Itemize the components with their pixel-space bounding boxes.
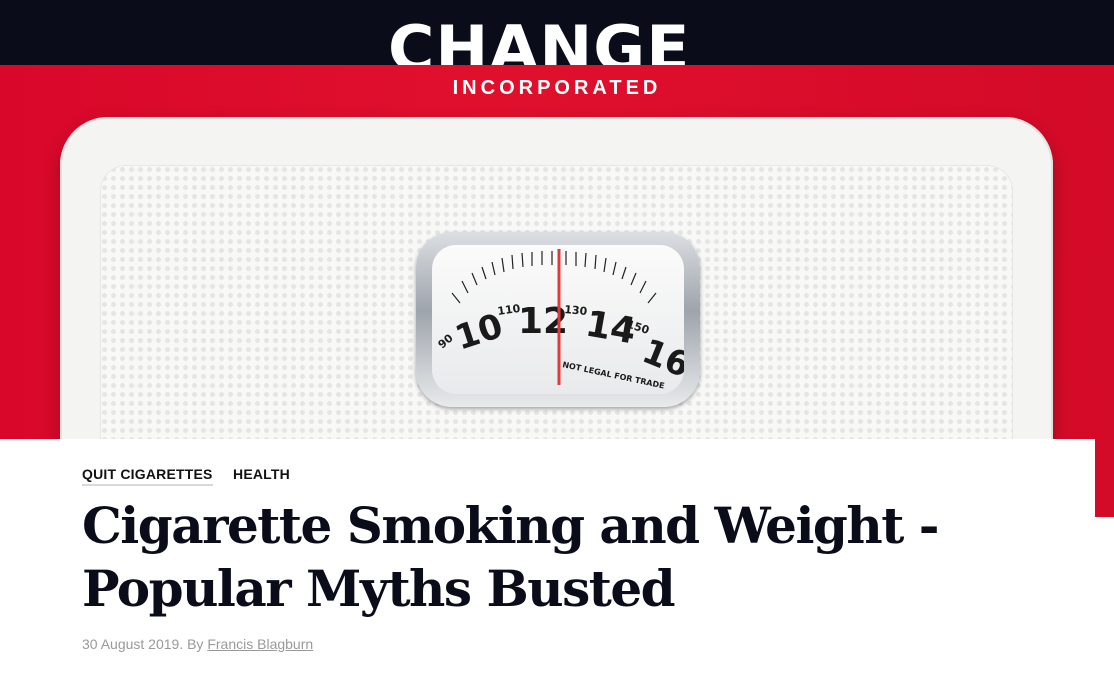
- article-title: Cigarette Smoking and Weight - Popular M…: [82, 494, 982, 620]
- tag-quit-cigarettes[interactable]: QUIT CIGARETTES: [82, 466, 213, 486]
- scale-dial: 10 12 14 16 90 110 130 150 NOT LEGAL FOR…: [416, 232, 700, 407]
- title-line-2: Popular Myths Busted: [82, 559, 676, 618]
- tag-list: QUIT CIGARETTES HEALTH: [82, 466, 306, 486]
- dial-markings: 10 12 14 16 90 110 130 150 NOT LEGAL FOR…: [436, 249, 684, 391]
- dial-face: 10 12 14 16 90 110 130 150 NOT LEGAL FOR…: [432, 245, 684, 394]
- dial-number-12: 12: [518, 301, 568, 342]
- logo-wordmark: CHANGE: [388, 18, 691, 65]
- author-link[interactable]: Francis Blagburn: [207, 636, 313, 652]
- article-meta: 30 August 2019. By Francis Blagburn: [82, 636, 313, 652]
- logo-subtitle: INCORPORATED: [452, 77, 662, 99]
- site-header: CHANGE: [0, 0, 1114, 65]
- tag-health[interactable]: HEALTH: [233, 466, 290, 486]
- svg-text:130: 130: [564, 303, 588, 318]
- title-line-1: Cigarette Smoking and Weight -: [82, 496, 940, 555]
- article-header: QUIT CIGARETTES HEALTH Cigarette Smoking…: [0, 439, 1095, 681]
- article-date: 30 August 2019. By: [82, 636, 208, 652]
- svg-text:90: 90: [436, 331, 456, 351]
- site-logo[interactable]: CHANGE: [388, 18, 728, 65]
